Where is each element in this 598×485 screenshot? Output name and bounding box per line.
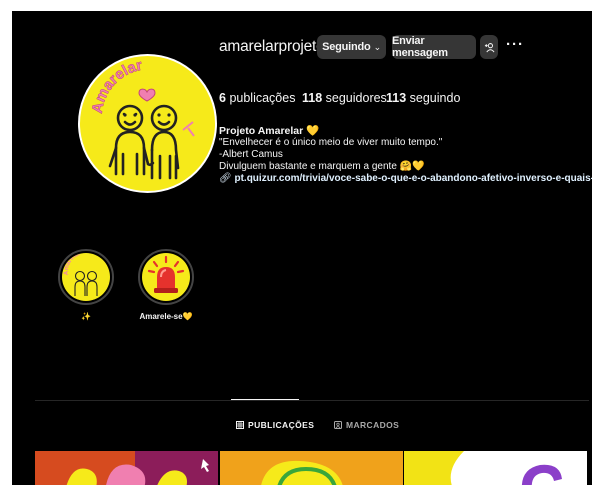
post-thumbnail [404, 451, 587, 485]
tabs-divider [35, 400, 589, 401]
highlight-cover: Amarelar [62, 253, 110, 301]
highlight-label: ✨ [81, 312, 91, 321]
amarelar-logo-icon: Amarelar [64, 253, 98, 296]
tagged-person-icon [334, 421, 342, 429]
post-tile[interactable] [35, 451, 218, 485]
active-tab-indicator [231, 399, 299, 400]
profile-page: Amarelar amarelarprojeto Seguindo ⌄ Envi… [12, 11, 592, 485]
add-person-icon [484, 42, 494, 52]
bio-line-cta: Divulguem bastante e marquem a gente 🤗💛 [219, 161, 425, 172]
amarelar-logo-icon: Amarelar [89, 57, 195, 180]
tab-tagged-label: MARCADOS [346, 420, 400, 430]
profile-avatar[interactable]: Amarelar [78, 54, 217, 193]
highlight-label: Amarele-se💛 [139, 312, 193, 321]
followers-label: seguidores [325, 91, 387, 105]
tab-tagged[interactable]: MARCADOS [334, 420, 399, 430]
avatar-image: Amarelar [80, 56, 215, 191]
profile-display-name: Projeto Amarelar 💛 [219, 125, 320, 137]
grid-icon [236, 421, 244, 429]
following-button[interactable]: Seguindo ⌄ [317, 35, 386, 59]
profile-username: amarelarprojeto [219, 38, 325, 55]
bio-line-author: -Albert Camus [219, 149, 283, 160]
bio-link[interactable]: pt.quizur.com/trivia/voce-sabe-o-que-e-o… [234, 173, 592, 184]
send-message-button[interactable]: Enviar mensagem [392, 35, 476, 59]
highlight-ring: Amarelar [58, 249, 114, 305]
tab-posts-label: PUBLICAÇÕES [248, 420, 315, 430]
followers-stat[interactable]: 118 seguidores [302, 91, 387, 105]
posts-count-stat: 6 publicações [219, 91, 295, 105]
post-thumbnail [35, 451, 218, 485]
posts-label: publicações [229, 91, 296, 105]
profile-bio: Projeto Amarelar 💛 "Envelhecer é o único… [219, 125, 592, 185]
post-tile[interactable] [220, 451, 403, 485]
more-options-icon[interactable]: ··· [506, 37, 524, 52]
following-count: 113 [386, 91, 407, 105]
link-icon: 🔗︎ [219, 173, 232, 184]
following-button-label: Seguindo [322, 41, 371, 53]
following-stat[interactable]: 113 seguindo [386, 91, 460, 105]
following-label: seguindo [409, 91, 461, 105]
chevron-down-icon: ⌄ [373, 41, 382, 52]
add-person-button[interactable] [480, 35, 498, 59]
highlight-ring [138, 249, 194, 305]
bio-link-row[interactable]: 🔗︎ pt.quizur.com/trivia/voce-sabe-o-que-… [219, 173, 592, 185]
tab-posts[interactable]: PUBLICAÇÕES [236, 420, 314, 430]
post-tile[interactable] [404, 451, 587, 485]
post-thumbnail [220, 451, 403, 485]
followers-count: 118 [302, 91, 323, 105]
highlight-item[interactable]: Amarele-se💛 [138, 249, 194, 321]
bio-line-quote: "Envelhecer é o único meio de viver muit… [219, 137, 443, 148]
highlight-item[interactable]: Amarelar ✨ [58, 249, 114, 321]
siren-icon [147, 255, 185, 293]
highlight-cover [142, 253, 190, 301]
posts-count: 6 [219, 91, 226, 105]
